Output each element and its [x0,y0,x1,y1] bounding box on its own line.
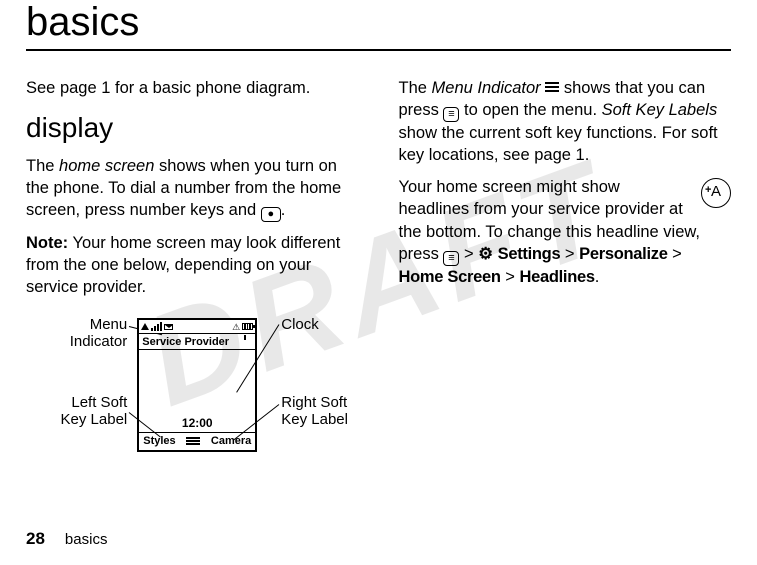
menu-indicator-term: Menu Indicator [432,79,541,97]
menu-indicator-paragraph: The Menu Indicator shows that you can pr… [399,77,732,166]
softkey-row: Styles Camera [139,432,255,450]
text-fragment: to open the menu. [459,101,601,119]
text-fragment: . [281,201,286,219]
service-provider-row: Service Provider [139,334,255,350]
left-softkey-label: Styles [143,434,175,449]
diagram-label-menu-indicator: Menu Indicator [27,316,127,351]
soft-key-labels-term: Soft Key Labels [602,101,718,119]
right-column: The Menu Indicator shows that you can pr… [399,77,732,478]
menu-path-homescreen: Home Screen [399,268,501,286]
menu-path-headlines: Headlines [519,268,594,286]
gt-separator: > [668,245,682,263]
left-column: See page 1 for a basic phone diagram. di… [26,77,359,478]
diagram-label-right-softkey: Right Soft Key Label [281,394,348,429]
menu-indicator-icon [545,82,559,94]
gt-separator: > [501,268,520,286]
headlines-paragraph: A Your home screen might show headlines … [399,176,732,287]
gt-separator: > [459,245,478,263]
battery-icon [242,323,253,330]
label-text: Menu Indicator [70,316,128,350]
label-text: Left Soft Key Label [61,394,128,428]
menu-indicator-icon [186,437,200,446]
text-fragment: The [399,79,432,97]
operator-circle-icon: A [701,178,731,208]
phone-body: 12:00 [139,350,255,432]
alert-icon: ⚠ [232,321,240,333]
menu-key-icon: ≡ [443,251,459,266]
phone-diagram: Menu Indicator Left Soft Key Label Clock… [27,308,357,478]
display-heading: display [26,109,359,147]
menu-path-settings: Settings [498,245,561,263]
nav-triangle-icon [141,323,149,330]
label-text: Right Soft Key Label [281,394,348,428]
home-screen-term: home screen [59,157,154,175]
footer-section: basics [65,531,108,548]
note-text: Your home screen may look different from… [26,234,340,296]
text-fragment: . [595,268,600,286]
right-softkey-label: Camera [211,434,251,449]
page-number: 28 [26,529,45,549]
label-text: Clock [281,316,319,333]
diagram-label-left-softkey: Left Soft Key Label [27,394,127,429]
note-paragraph: Note: Your home screen may look differen… [26,232,359,298]
tools-icon: ⚙ [478,245,493,263]
phone-screen: ⚠ Service Provider 12:00 Styles Camera [137,318,257,452]
intro-paragraph: See page 1 for a basic phone diagram. [26,77,359,99]
note-label: Note: [26,234,68,252]
text-fragment: show the current soft key functions. For… [399,124,718,164]
menu-path-personalize: Personalize [579,245,667,263]
gt-separator: > [560,245,579,263]
page-footer: 28 basics [26,529,107,549]
text-fragment: The [26,157,59,175]
home-screen-paragraph: The home screen shows when you turn on t… [26,155,359,222]
page-title: basics [26,0,731,51]
status-bar: ⚠ [139,320,255,334]
message-icon [164,324,173,330]
signal-icon [151,322,162,331]
clock-text: 12:00 [139,415,255,431]
diagram-label-clock: Clock [281,316,319,333]
menu-key-icon: ≡ [443,107,459,122]
call-key-icon: ● [261,207,281,222]
